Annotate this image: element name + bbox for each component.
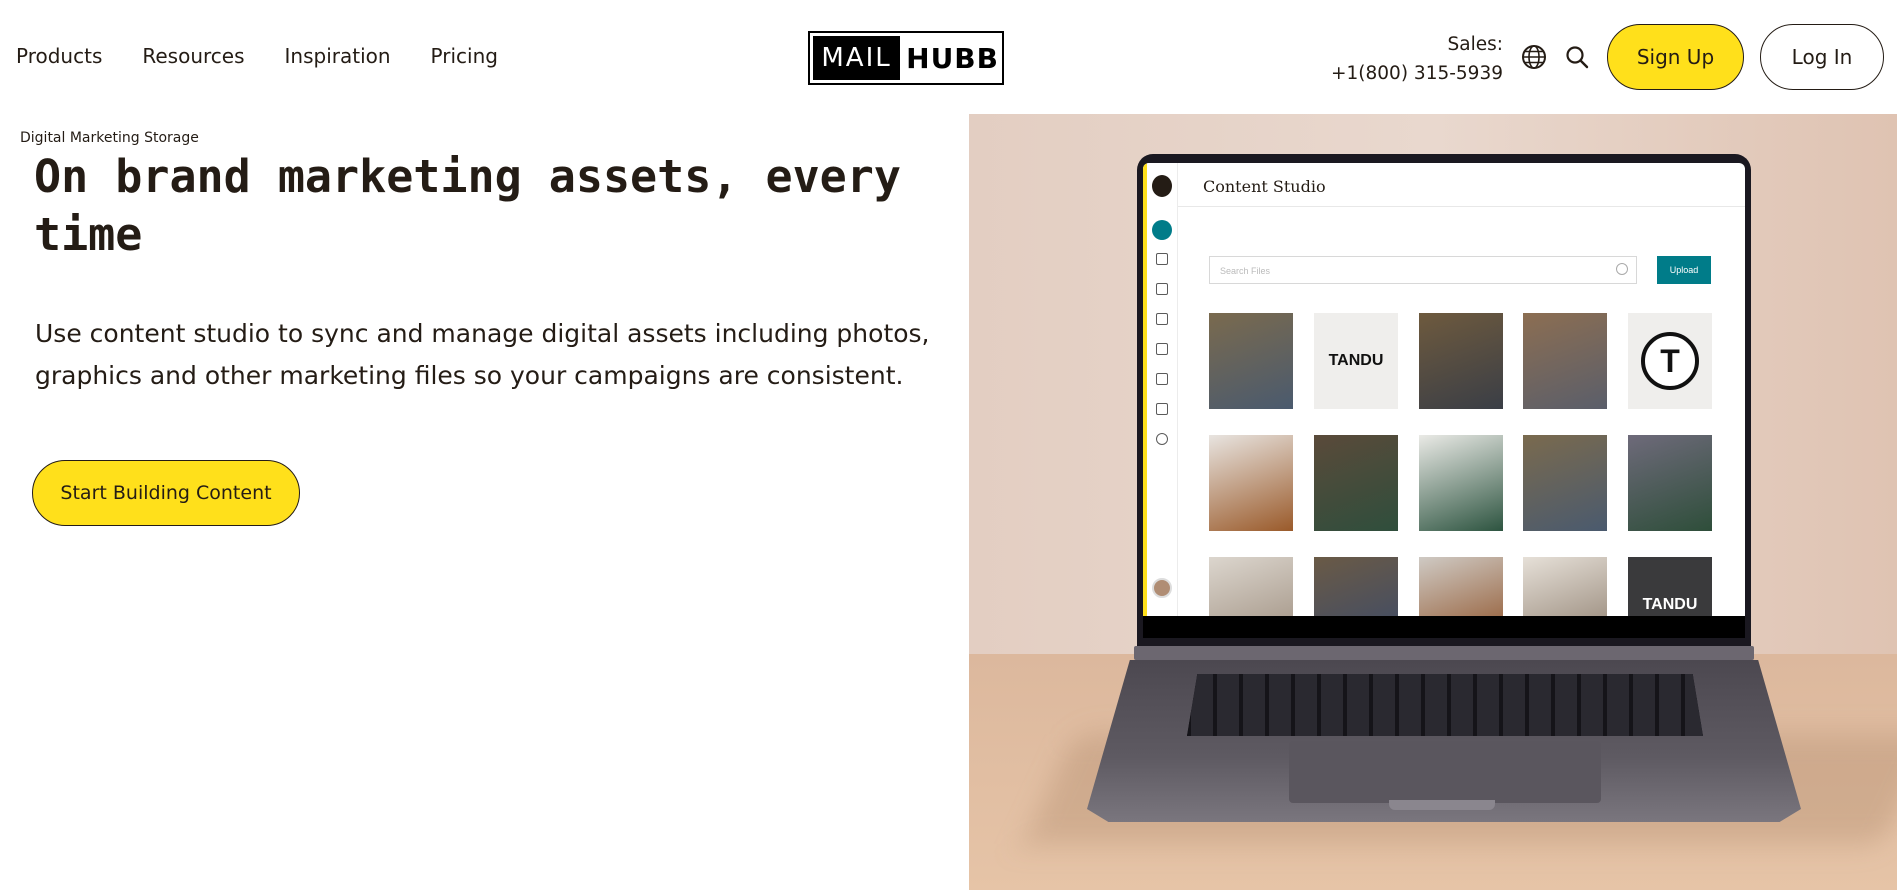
asset-tile [1523,435,1607,531]
nav-resources[interactable]: Resources [142,44,244,68]
logo-mail-text: MAIL [813,36,901,80]
search-files-placeholder: Search Files [1220,266,1271,276]
upload-button: Upload [1657,256,1711,284]
asset-tile: T [1628,313,1712,409]
grid-icon [1156,403,1168,415]
header-divider [1178,206,1745,207]
asset-tile: TANDU [1314,313,1398,409]
search-field-icon [1616,263,1628,275]
hero-subtext: Use content studio to sync and manage di… [35,319,930,390]
avatar [1152,578,1172,598]
asset-tile [1419,557,1503,616]
image-icon [1156,253,1168,265]
asset-tile [1628,435,1712,531]
hero-headline: On brand marketing assets, every time [34,150,901,261]
page-icon [1156,343,1168,355]
nav-pricing[interactable]: Pricing [431,44,498,68]
asset-tile [1419,435,1503,531]
app-sidebar [1143,163,1178,616]
asset-tile [1314,435,1398,531]
laptop-hinge [1134,646,1754,660]
sales-phone[interactable]: +1(800) 315-5939 [1331,59,1503,88]
log-in-button[interactable]: Log In [1760,24,1884,90]
search-small-icon [1156,433,1168,445]
laptop-keyboard [1187,674,1703,736]
nav-links: Products Resources Inspiration Pricing [16,44,498,68]
sign-up-button[interactable]: Sign Up [1607,24,1744,90]
top-navigation: Products Resources Inspiration Pricing M… [0,0,1897,114]
hero-eyebrow: Digital Marketing Storage [20,130,199,146]
pencil-icon [1152,220,1172,240]
sales-label: Sales: [1447,34,1503,55]
site-logo[interactable]: MAIL HUBB [808,31,1004,85]
asset-tile [1209,557,1293,616]
content-studio-title: Content Studio [1203,177,1326,196]
asset-tile: TANDU [1628,557,1712,616]
tandu-ring-logo: T [1628,313,1712,409]
globe-icon[interactable] [1521,44,1547,70]
laptop-display: Content Studio Search Files Upload TANDU… [1143,163,1745,616]
asset-tile [1523,313,1607,409]
nav-products[interactable]: Products [16,44,102,68]
asset-tile [1419,313,1503,409]
laptop-trackpad [1289,741,1601,803]
tandu-logo-text: TANDU [1328,352,1384,369]
start-building-content-button[interactable]: Start Building Content [32,460,300,526]
asset-tile [1209,435,1293,531]
sales-contact: Sales: +1(800) 315-5939 [1331,30,1503,88]
ring-logo-letter: T [1641,332,1699,390]
app-logo-icon [1152,175,1172,197]
flow-icon [1156,313,1168,325]
hero-laptop-image: Content Studio Search Files Upload TANDU… [969,114,1897,890]
search-files-field: Search Files [1209,256,1637,284]
store-icon [1156,373,1168,385]
laptop-notch [1389,800,1495,810]
tandu-logo-text: TANDU [1642,596,1698,613]
sidebar-accent-stripe [1143,163,1147,616]
asset-tile [1523,557,1607,616]
logo-hubb-text: HUBB [906,41,999,75]
asset-tile [1209,313,1293,409]
asset-tile [1314,557,1398,616]
nav-inspiration[interactable]: Inspiration [285,44,391,68]
megaphone-icon [1156,283,1168,295]
screen-bottom-bezel [1143,616,1745,638]
search-icon[interactable] [1564,44,1590,70]
